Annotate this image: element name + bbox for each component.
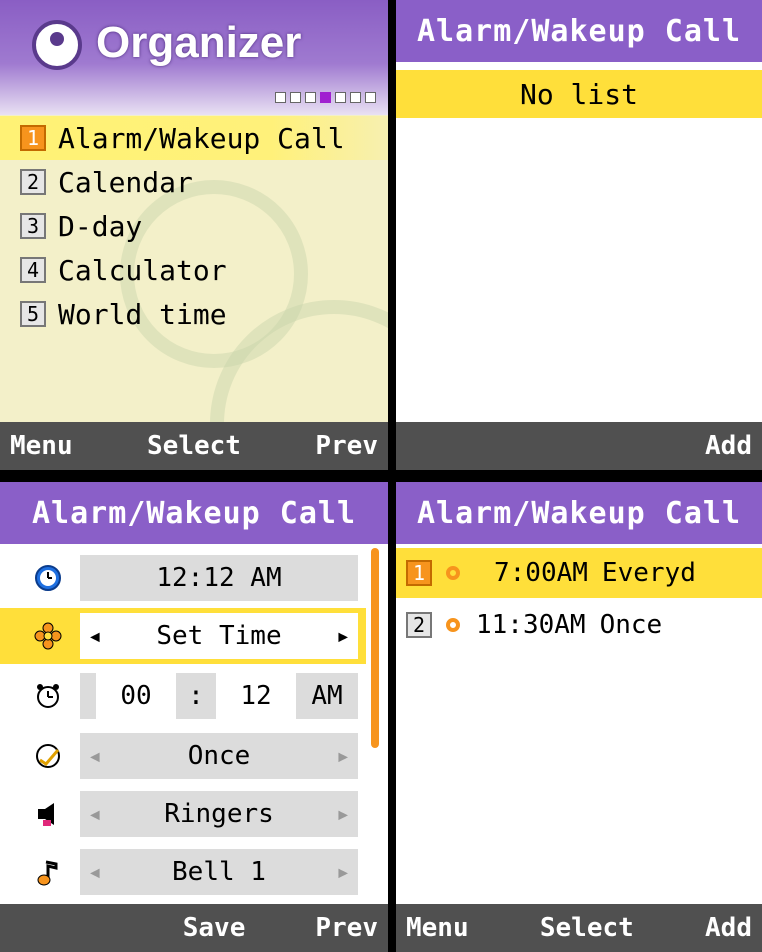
repeat-row[interactable]: ◀ Once ▶ — [0, 728, 366, 784]
alarm-on-icon — [446, 618, 460, 632]
alarm-repeat: Once — [599, 610, 663, 640]
current-time-row: 12:12 AM — [0, 550, 366, 606]
mode-row[interactable]: ◀ Set Time ▶ — [0, 608, 366, 664]
page-dot — [275, 92, 286, 103]
time-separator: : — [188, 681, 204, 711]
menu-item-label: Calculator — [58, 253, 227, 287]
speaker-icon — [34, 800, 62, 828]
menu-item-d-day[interactable]: 3 D-day — [0, 204, 388, 248]
sound-type-value: Ringers — [164, 799, 274, 829]
repeat-clock-icon — [34, 742, 62, 770]
menu-item-label: D-day — [58, 209, 143, 243]
softkey-bar: Add — [396, 422, 762, 470]
alarm-edit-screen: Alarm/Wakeup Call 12:12 AM ◀ Set Time ▶ … — [0, 482, 388, 952]
left-arrow-icon[interactable]: ◀ — [90, 747, 100, 766]
no-list-message: No list — [396, 70, 762, 118]
alarm-list-screen: Alarm/Wakeup Call 1 7:00AM Everyd 2 11:3… — [396, 482, 762, 952]
mode-value: Set Time — [156, 621, 282, 651]
page-indicator — [275, 92, 376, 103]
softkey-save[interactable]: Save — [183, 904, 246, 952]
menu-item-label: World time — [58, 297, 227, 331]
number-badge: 1 — [406, 560, 432, 586]
sound-selector[interactable]: ◀ Bell 1 ▶ — [80, 849, 358, 895]
menu-item-alarm[interactable]: 1 Alarm/Wakeup Call — [0, 116, 388, 160]
alarm-clock-icon — [34, 682, 62, 710]
mode-selector[interactable]: ◀ Set Time ▶ — [80, 613, 358, 659]
page-dot-active — [320, 92, 331, 103]
softkey-menu[interactable]: Menu — [406, 904, 469, 952]
minute-input[interactable]: 12 — [216, 673, 296, 719]
organizer-title: Organizer — [96, 18, 302, 67]
music-note-icon — [34, 858, 62, 886]
page-dot — [290, 92, 301, 103]
ampm-toggle[interactable]: AM — [302, 673, 352, 719]
scrollbar-thumb[interactable] — [371, 548, 379, 748]
softkey-add[interactable]: Add — [705, 904, 752, 952]
organizer-screen: Organizer 1 Alarm/Wakeup Call 2 Calendar… — [0, 0, 388, 470]
softkey-menu[interactable]: Menu — [10, 422, 73, 470]
softkey-prev[interactable]: Prev — [315, 422, 378, 470]
menu-item-world-time[interactable]: 5 World time — [0, 292, 388, 336]
person-logo-icon — [32, 20, 82, 70]
number-badge: 2 — [20, 169, 46, 195]
alarm-empty-screen: Alarm/Wakeup Call No list Add — [396, 0, 762, 470]
right-arrow-icon[interactable]: ▶ — [338, 805, 348, 824]
right-arrow-icon[interactable]: ▶ — [338, 627, 348, 646]
softkey-select[interactable]: Select — [540, 904, 634, 952]
softkey-add[interactable]: Add — [705, 422, 752, 470]
alarm-repeat: Everyd — [601, 558, 696, 588]
menu-item-calendar[interactable]: 2 Calendar — [0, 160, 388, 204]
right-arrow-icon[interactable]: ▶ — [338, 863, 348, 882]
softkey-bar: Menu Select Add — [396, 904, 762, 952]
flower-icon — [34, 622, 62, 650]
number-badge: 5 — [20, 301, 46, 327]
page-dot — [335, 92, 346, 103]
screen-title: Alarm/Wakeup Call — [0, 482, 388, 544]
screen-title: Alarm/Wakeup Call — [396, 482, 762, 544]
softkey-select[interactable]: Select — [147, 422, 241, 470]
left-arrow-icon[interactable]: ◀ — [90, 805, 100, 824]
menu-item-label: Alarm/Wakeup Call — [58, 121, 345, 155]
alarm-time-field: 00 : 12 AM — [80, 673, 358, 719]
alarm-on-icon — [446, 566, 460, 580]
clock-icon — [34, 564, 62, 592]
current-time-display: 12:12 AM — [80, 555, 358, 601]
softkey-bar: Menu Select Prev — [0, 422, 388, 470]
alarm-list-item[interactable]: 1 7:00AM Everyd — [396, 548, 762, 598]
number-badge: 4 — [20, 257, 46, 283]
sound-type-selector[interactable]: ◀ Ringers ▶ — [80, 791, 358, 837]
left-arrow-icon[interactable]: ◀ — [90, 627, 100, 646]
softkey-bar: Save Prev — [0, 904, 388, 952]
number-badge: 1 — [20, 125, 46, 151]
organizer-menu-list: 1 Alarm/Wakeup Call 2 Calendar 3 D-day 4… — [0, 116, 388, 336]
repeat-value: Once — [187, 741, 251, 771]
alarm-time: 7:00AM — [494, 558, 588, 588]
page-dot — [365, 92, 376, 103]
repeat-selector[interactable]: ◀ Once ▶ — [80, 733, 358, 779]
sound-type-row[interactable]: ◀ Ringers ▶ — [0, 786, 366, 842]
right-arrow-icon[interactable]: ▶ — [338, 747, 348, 766]
hour-input[interactable]: 00 — [96, 673, 176, 719]
organizer-header: Organizer — [0, 0, 388, 115]
screen-title: Alarm/Wakeup Call — [396, 0, 762, 62]
page-dot — [350, 92, 361, 103]
menu-item-label: Calendar — [58, 165, 193, 199]
softkey-prev[interactable]: Prev — [315, 904, 378, 952]
menu-item-calculator[interactable]: 4 Calculator — [0, 248, 388, 292]
alarm-time: 11:30AM — [476, 610, 586, 640]
alarm-list-item[interactable]: 2 11:30AM Once — [396, 600, 762, 650]
number-badge: 3 — [20, 213, 46, 239]
alarm-time-row: 00 : 12 AM — [0, 668, 366, 724]
left-arrow-icon[interactable]: ◀ — [90, 863, 100, 882]
sound-row[interactable]: ◀ Bell 1 ▶ — [0, 844, 366, 900]
sound-value: Bell 1 — [172, 857, 266, 887]
page-dot — [305, 92, 316, 103]
number-badge: 2 — [406, 612, 432, 638]
